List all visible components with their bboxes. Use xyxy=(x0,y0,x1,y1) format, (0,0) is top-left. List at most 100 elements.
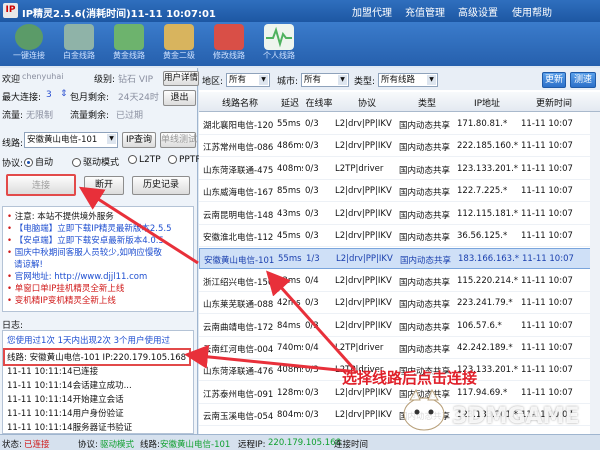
cell-latency: 128ms xyxy=(277,387,303,398)
table-row[interactable]: 云南曲靖电信-172 84ms 0/3 L2|drv|PP|IKV 国内动态共享 106.… xyxy=(199,316,600,337)
cell-update-time: 11-11 10:07 xyxy=(522,254,574,265)
col-online-rate[interactable]: 在线率 xyxy=(303,96,335,109)
table-row[interactable]: 云南昆明电信-148 43ms 0/3 L2|drv|PP|IKV 国内动态共享 112.… xyxy=(199,204,600,225)
menu-help[interactable]: 使用帮助 xyxy=(512,4,552,19)
tool-edit-lines[interactable]: 修改线路 xyxy=(206,24,252,64)
news-text: 官网地址: http://www.djjl11.com xyxy=(14,272,148,282)
menu-advanced[interactable]: 高级设置 xyxy=(458,4,498,19)
cell-protocol: L2|drv|PP|IKV xyxy=(336,254,393,265)
cell-line-name: 云南玉溪电信-054 xyxy=(203,412,274,423)
news-item[interactable]: • 注意: 本站不提供境外服务 xyxy=(7,210,114,222)
line-select[interactable]: 安徽黄山电信-101 ▼ xyxy=(24,132,118,148)
cell-line-name: 安徽黄山电信-101 xyxy=(204,256,275,267)
protocol-driver-label: 驱动模式 xyxy=(83,158,120,168)
col-type[interactable]: 类型 xyxy=(399,96,455,109)
tool-quick-connect[interactable]: 一键连接 xyxy=(6,24,52,64)
col-protocol[interactable]: 协议 xyxy=(335,96,399,109)
cell-protocol: L2TP|driver xyxy=(335,163,384,174)
status-line-label: 线路: xyxy=(140,440,160,450)
cell-update-time: 11-11 10:07 xyxy=(521,186,573,197)
filter-bar: 地区: 所有 ▼ 城市: 所有 ▼ 类型: 所有线路 ▼ 更新 测速 xyxy=(199,68,600,90)
news-item[interactable]: • 单窗口单IP挂机精灵全新上线 xyxy=(7,282,124,294)
cell-latency: 84ms xyxy=(277,320,301,331)
type-select[interactable]: 所有线路 ▼ xyxy=(378,73,438,87)
menu-franchise[interactable]: 加盟代理 xyxy=(352,4,392,19)
cell-ip: 36.56.125.* xyxy=(457,231,508,241)
single-test-button[interactable]: 单线测试 xyxy=(160,132,197,148)
cell-update-time: 11-11 10:07 xyxy=(521,208,573,219)
news-item[interactable]: • 【电脑端】立即下载IP精灵最新版本2.5.5 xyxy=(7,222,171,234)
table-row[interactable]: 山东菏泽联通-475408ms0/3 L2TP|driver 国内动态共享 123.1… xyxy=(199,159,600,180)
cell-type: 国内动态共享 xyxy=(400,256,452,267)
tool-gold-lines[interactable]: 黄金线路 xyxy=(106,24,152,64)
line-label: 线路: xyxy=(2,139,24,149)
disconnect-button[interactable]: 断开 xyxy=(84,176,124,195)
cell-protocol: L2|drv|PP|IKV xyxy=(335,186,392,197)
protocol-l2tp[interactable]: L2TP xyxy=(128,155,161,165)
region-select[interactable]: 所有 ▼ xyxy=(226,73,270,87)
app-logo-icon: IP xyxy=(3,3,18,18)
news-item[interactable]: • 变机精IP变机精灵全新上线 xyxy=(7,294,116,306)
news-text: 【安卓端】立即下载安卓最新版本4.0.5 xyxy=(14,236,164,246)
news-item[interactable]: 请谅解! xyxy=(14,258,43,270)
table-row[interactable]: 安徽黄山电信-101 55ms 1/3 L2|drv|PP|IKV 国内动态共享 183.… xyxy=(199,248,600,270)
radio-icon xyxy=(128,155,137,164)
stepper-icon[interactable]: ⇕ xyxy=(60,89,68,99)
log-line: 您使用过1次 1天内出现2次 3个用户使用过 xyxy=(7,336,171,346)
type-value: 所有线路 xyxy=(381,75,416,85)
protocol-pptp[interactable]: PPTP xyxy=(168,155,201,165)
col-latency[interactable]: 延迟 xyxy=(277,96,303,109)
tool-personal-lines[interactable]: 个人线路 xyxy=(256,24,302,64)
tool-gold-level2[interactable]: 黄金二级 xyxy=(156,24,202,64)
menu-recharge[interactable]: 充值管理 xyxy=(405,4,445,19)
protocol-driver[interactable]: 驱动模式 xyxy=(72,155,119,168)
cell-update-time: 11-11 10:07 xyxy=(521,343,573,353)
welcome-label: 欢迎 xyxy=(2,75,21,85)
table-row[interactable]: 山东威海电信-167 85ms 0/3 L2|drv|PP|IKV 国内动态共享 122.… xyxy=(199,181,600,203)
cell-line-name: 江苏常州电信-086 xyxy=(203,143,274,154)
document-icon xyxy=(214,24,244,50)
cell-ip: 42.242.189.* xyxy=(457,343,513,353)
news-item[interactable]: • 【安卓端】立即下载安卓最新版本4.0.5 xyxy=(7,234,164,246)
ip-query-button[interactable]: IP查询 xyxy=(122,132,156,148)
chevron-down-icon: ▼ xyxy=(338,75,347,85)
protocol-pptp-label: PPTP xyxy=(179,155,201,165)
gear-box-icon xyxy=(164,24,194,50)
log-line: 11-11 10:11:14用户身份验证 xyxy=(7,409,124,419)
cell-line-name: 云南曲靖电信-172 xyxy=(203,322,274,333)
chevron-down-icon: ▼ xyxy=(259,75,268,85)
cell-latency: 42ms xyxy=(277,298,301,309)
news-item[interactable]: • 官网地址: http://www.djjl11.com xyxy=(7,270,147,282)
news-item[interactable]: • 国庆中秋期间客服人员较少,如响应慢敬 xyxy=(7,246,162,258)
logout-button[interactable]: 退出 xyxy=(163,90,196,106)
cell-protocol: L2|drv|PP|IKV xyxy=(335,119,392,129)
cell-protocol: L2|drv|PP|IKV xyxy=(335,320,392,331)
cell-protocol: L2|drv|PP|IKV xyxy=(335,141,392,152)
status-bar: 状态: 已连接 协议: 驱动模式 线路: 安徽黄山电信-101 远程IP: 22… xyxy=(0,434,600,450)
table-row[interactable]: 浙江绍兴电信-156 33ms 0/4 L2|drv|PP|IKV 国内动态共享 115.… xyxy=(199,271,600,292)
table-row[interactable]: 安徽淮北电信-112 45ms 0/3 L2|drv|PP|IKV 国内动态共享 36.5… xyxy=(199,226,600,247)
col-update-time[interactable]: 更新时间 xyxy=(519,96,589,109)
table-row[interactable]: 江苏常州电信-086486ms0/3 L2|drv|PP|IKV 国内动态共享 222… xyxy=(199,136,600,158)
pulse-icon xyxy=(264,24,294,50)
cell-update-time: 11-11 10:07 xyxy=(521,320,573,331)
col-ip[interactable]: IP地址 xyxy=(455,96,519,109)
status-line-value: 安徽黄山电信-101 xyxy=(160,440,231,450)
table-row[interactable]: 云南红河电信-004740ms0/4 L2TP|driver 国内动态共享 42.24… xyxy=(199,338,600,359)
tool-label: 白金线路 xyxy=(63,51,95,60)
refresh-button[interactable]: 更新 xyxy=(542,72,566,88)
cell-protocol: L2|drv|PP|IKV xyxy=(335,387,392,398)
tool-platinum-lines[interactable]: 白金线路 xyxy=(56,24,102,64)
table-row[interactable]: 湖北襄阳电信-120 55ms 0/3 L2|drv|PP|IKV 国内动态共享 171.… xyxy=(199,114,600,135)
city-select[interactable]: 所有 ▼ xyxy=(301,73,349,87)
status-value: 已连接 xyxy=(24,440,50,450)
protocol-auto[interactable]: 自动 xyxy=(24,155,53,168)
speed-test-button[interactable]: 测速 xyxy=(570,72,596,88)
user-detail-button[interactable]: 用户详情 xyxy=(163,71,199,86)
vertical-scrollbar[interactable] xyxy=(590,112,600,434)
history-button[interactable]: 历史记录 xyxy=(132,176,190,195)
table-row[interactable]: 山东莱芜联通-088 42ms 0/3 L2|drv|PP|IKV 国内动态共享 223.… xyxy=(199,293,600,315)
connect-button[interactable]: 连接 xyxy=(6,174,76,196)
cell-line-name: 山东菏泽联通-475 xyxy=(203,165,274,176)
col-line-name[interactable]: 线路名称 xyxy=(203,96,277,109)
